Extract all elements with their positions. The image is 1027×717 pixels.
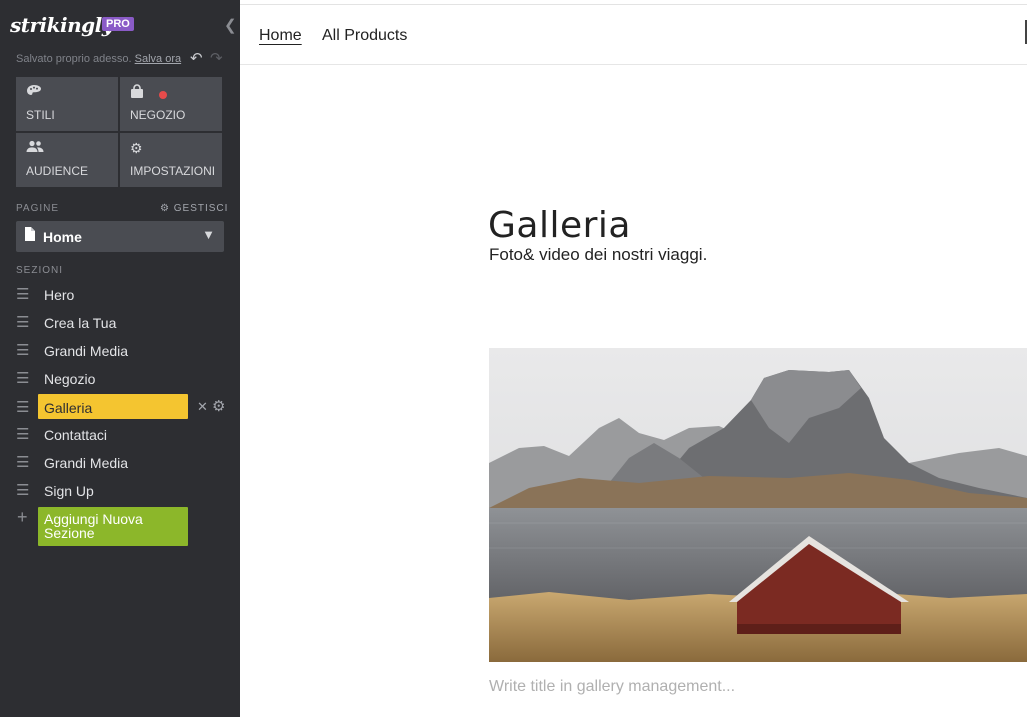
gallery-title-placeholder[interactable]: Write title in gallery management... [489, 678, 735, 696]
store-button[interactable]: NEGOZIO [120, 77, 222, 131]
settings-label: IMPOSTAZIONI [130, 164, 216, 178]
section-name: Sign Up [44, 483, 94, 499]
drag-handle-icon[interactable]: ☰ [16, 425, 29, 443]
manage-pages-button[interactable]: ⚙ GESTISCI [160, 203, 228, 214]
styles-button[interactable]: STILI [16, 77, 118, 131]
manage-pages-label: GESTISCI [173, 203, 229, 214]
undo-icon[interactable]: ↶ [190, 49, 203, 67]
drag-handle-icon[interactable]: ☰ [16, 285, 29, 303]
palette-icon [26, 84, 42, 101]
page-selector[interactable]: Home ▼ [16, 221, 224, 252]
section-name: Galleria [44, 400, 93, 416]
redo-icon[interactable]: ↷ [210, 49, 223, 67]
editor-tools-grid: STILI NEGOZIO AUDIENCE ⚙ IMPOSTAZIONI [16, 77, 223, 188]
sections-heading: SEZIONI [16, 265, 64, 276]
gear-icon: ⚙ [160, 203, 170, 214]
audience-button[interactable]: AUDIENCE [16, 133, 118, 187]
section-item-negozio[interactable]: ☰ Negozio [0, 365, 240, 391]
strikingly-logo: strikingly [10, 13, 113, 37]
gear-icon: ⚙ [130, 140, 143, 156]
site-navigation-bar: Home All Products [240, 4, 1027, 65]
save-status-text: Salvato proprio adesso. [16, 53, 132, 65]
section-item-crea-la-tua[interactable]: ☰ Crea la Tua [0, 309, 240, 335]
section-item-galleria[interactable]: ☰ Galleria ✕ ⚙ [0, 394, 240, 420]
section-name: Contattaci [44, 427, 108, 443]
audience-label: AUDIENCE [26, 164, 89, 178]
section-name: Negozio [44, 371, 96, 387]
section-name: Grandi Media [44, 455, 129, 471]
nav-link-all-products[interactable]: All Products [322, 27, 407, 45]
nav-link-home[interactable]: Home [259, 27, 302, 45]
people-icon [26, 140, 44, 156]
drag-handle-icon[interactable]: ☰ [16, 453, 29, 471]
gallery-subheading[interactable]: Foto& video dei nostri viaggi. [489, 245, 707, 265]
notification-dot [159, 91, 167, 99]
landscape-photo [489, 348, 1027, 662]
section-settings-icon[interactable]: ⚙ [212, 397, 225, 415]
drag-handle-icon[interactable]: ☰ [16, 481, 29, 499]
gallery-heading[interactable]: Galleria [488, 205, 631, 246]
pages-heading: PAGINE [16, 203, 60, 214]
pro-badge: PRO [102, 17, 134, 31]
gallery-image[interactable] [489, 348, 1027, 662]
section-item-contattaci[interactable]: ☰ Contattaci [0, 421, 240, 447]
drag-handle-icon[interactable]: ☰ [16, 341, 29, 359]
drag-handle-icon[interactable]: ☰ [16, 313, 29, 331]
chevron-down-icon: ▼ [202, 227, 215, 242]
shopping-bag-icon [130, 84, 144, 102]
settings-button[interactable]: ⚙ IMPOSTAZIONI [120, 133, 222, 187]
document-icon [24, 227, 35, 244]
section-item-sign-up[interactable]: ☰ Sign Up [0, 477, 240, 503]
drag-handle-icon[interactable]: ☰ [16, 398, 29, 416]
add-section-button[interactable]: Aggiungi Nuova Sezione [38, 507, 188, 546]
collapse-sidebar-icon[interactable]: ❮ [224, 16, 237, 34]
section-name: Hero [44, 287, 75, 303]
section-item-hero[interactable]: ☰ Hero [0, 281, 240, 307]
editor-sidebar: strikingly PRO ❮ Salvato proprio adesso.… [0, 0, 240, 717]
section-name: Crea la Tua [44, 315, 117, 331]
plus-icon[interactable]: + [17, 507, 28, 528]
save-status: Salvato proprio adesso. Salva ora [16, 53, 181, 65]
store-label: NEGOZIO [130, 108, 186, 122]
section-item-grandi-media-2[interactable]: ☰ Grandi Media [0, 449, 240, 475]
section-name: Grandi Media [44, 343, 129, 359]
add-section-label: Aggiungi Nuova Sezione [44, 511, 143, 541]
drag-handle-icon[interactable]: ☰ [16, 369, 29, 387]
delete-section-icon[interactable]: ✕ [197, 399, 208, 415]
section-item-grandi-media[interactable]: ☰ Grandi Media [0, 337, 240, 363]
styles-label: STILI [26, 108, 55, 122]
save-now-link[interactable]: Salva ora [135, 53, 181, 65]
current-page-name: Home [43, 229, 82, 245]
